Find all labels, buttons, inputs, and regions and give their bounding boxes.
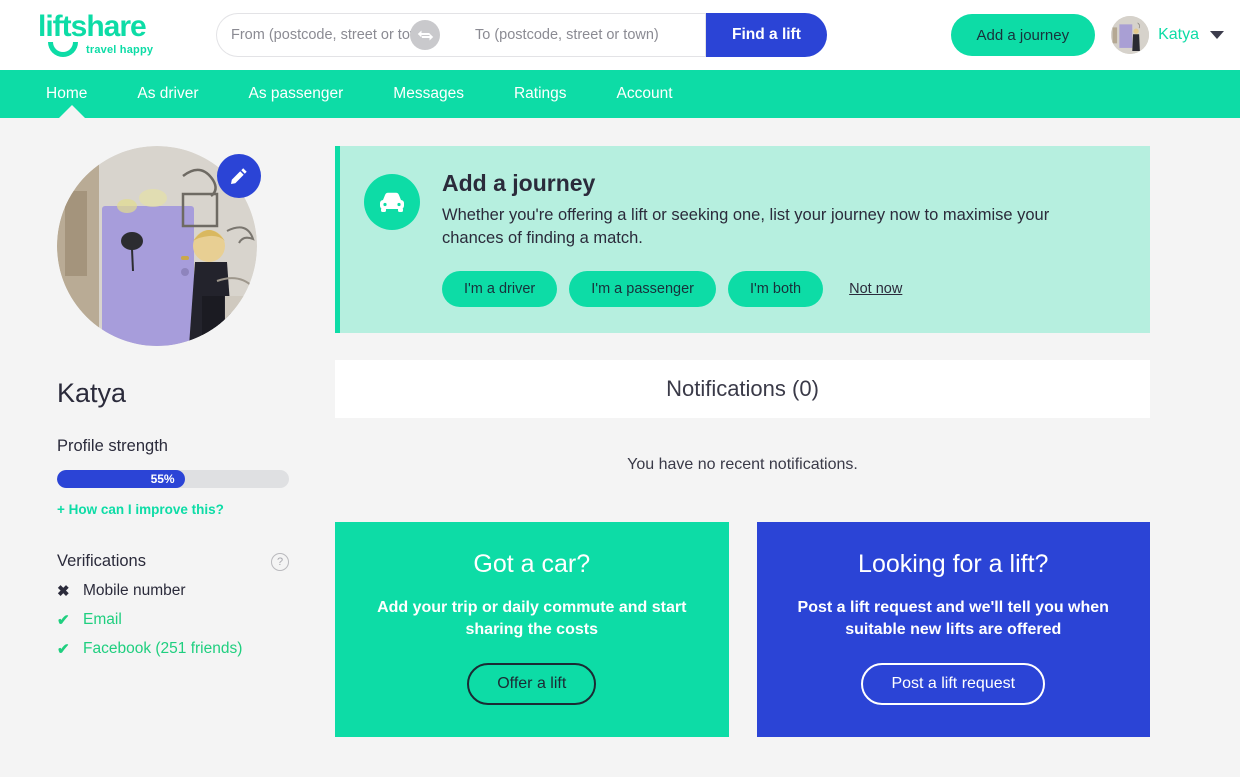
swap-horizontal-icon[interactable] [410, 20, 440, 50]
user-name-label: Katya [1158, 26, 1199, 43]
logo-wordmark: liftshare [38, 10, 147, 44]
edit-profile-photo-button[interactable] [217, 154, 261, 198]
page-body: Katya Profile strength 55% + How can I i… [0, 118, 1240, 737]
add-a-journey-button[interactable]: Add a journey [950, 14, 1096, 56]
promo-cards: Got a car? Add your trip or daily commut… [335, 521, 1150, 737]
nav-item-ratings[interactable]: Ratings [508, 85, 573, 103]
verification-email: ✔ Email [57, 611, 335, 629]
promo-title: Looking for a lift? [858, 549, 1049, 578]
verification-facebook: ✔ Facebook (251 friends) [57, 640, 335, 658]
verification-mobile-number: ✖ Mobile number [57, 582, 335, 600]
pencil-icon [231, 168, 247, 184]
promo-title: Got a car? [473, 549, 591, 578]
main-navigation: Home As driver As passenger Messages Rat… [0, 70, 1240, 119]
profile-strength-bar: 55% [57, 470, 289, 488]
banner-actions: I'm a driver I'm a passenger I'm both No… [442, 270, 1102, 307]
cross-icon: ✖ [57, 583, 70, 600]
nav-item-account[interactable]: Account [611, 85, 679, 103]
im-both-button[interactable]: I'm both [727, 270, 824, 307]
improve-profile-link[interactable]: + How can I improve this? [57, 502, 224, 517]
profile-avatar-area [57, 146, 261, 346]
verification-label: Mobile number [83, 582, 186, 599]
nav-item-as-driver[interactable]: As driver [131, 85, 204, 103]
logo-smile-icon [48, 41, 78, 57]
liftshare-logo[interactable]: liftshare travel happy [38, 10, 208, 57]
add-journey-banner: Add a journey Whether you're offering a … [335, 146, 1150, 333]
logo-tagline: travel happy [86, 43, 154, 56]
verifications-title: Verifications [57, 552, 146, 570]
im-a-driver-button[interactable]: I'm a driver [442, 270, 558, 307]
promo-body: Post a lift request and we'll tell you w… [797, 598, 1109, 638]
active-tab-indicator [58, 105, 86, 119]
verification-label: Facebook (251 friends) [83, 640, 243, 657]
header-right-area: Add a journey Katya [950, 0, 1224, 70]
user-avatar-photo [1111, 16, 1150, 54]
banner-body: Whether you're offering a lift or seekin… [442, 206, 1050, 248]
main-content: Add a journey Whether you're offering a … [335, 146, 1205, 737]
check-icon: ✔ [57, 641, 70, 658]
verifications-header: Verifications ? [57, 552, 289, 571]
profile-name: Katya [57, 378, 127, 408]
promo-body: Add your trip or daily commute and start… [377, 598, 687, 638]
question-mark-icon[interactable]: ? [271, 552, 289, 571]
check-icon: ✔ [57, 612, 70, 629]
banner-text-block: Add a journey Whether you're offering a … [442, 170, 1102, 307]
notifications-empty-state: You have no recent notifications. [627, 455, 858, 473]
not-now-link[interactable]: Not now [849, 281, 902, 297]
site-header: liftshare travel happy From (postcode, s… [0, 0, 1240, 70]
post-a-lift-request-button[interactable]: Post a lift request [861, 663, 1046, 705]
user-menu[interactable]: Katya [1111, 16, 1224, 54]
profile-strength-label: Profile strength [57, 437, 168, 455]
notifications-header-card: Notifications (0) [335, 359, 1150, 418]
nav-item-home[interactable]: Home [40, 85, 93, 103]
banner-title: Add a journey [442, 170, 596, 196]
profile-strength-fill: 55% [57, 470, 185, 488]
verification-label: Email [83, 611, 122, 628]
car-icon [364, 174, 420, 230]
nav-item-as-passenger[interactable]: As passenger [243, 85, 350, 103]
search-input-to[interactable]: To (postcode, street or town) [461, 13, 706, 57]
journey-search: From (postcode, street or town) To (post… [216, 13, 827, 57]
nav-item-messages[interactable]: Messages [387, 85, 470, 103]
chevron-down-icon [1210, 31, 1224, 39]
notifications-title: Notifications (0) [666, 375, 819, 401]
im-a-passenger-button[interactable]: I'm a passenger [569, 270, 716, 307]
offer-a-lift-button[interactable]: Offer a lift [467, 663, 597, 705]
promo-card-offer-lift: Got a car? Add your trip or daily commut… [335, 521, 729, 737]
find-a-lift-button[interactable]: Find a lift [706, 13, 827, 57]
profile-sidebar: Katya Profile strength 55% + How can I i… [0, 146, 335, 737]
promo-card-request-lift: Looking for a lift? Post a lift request … [756, 521, 1150, 737]
